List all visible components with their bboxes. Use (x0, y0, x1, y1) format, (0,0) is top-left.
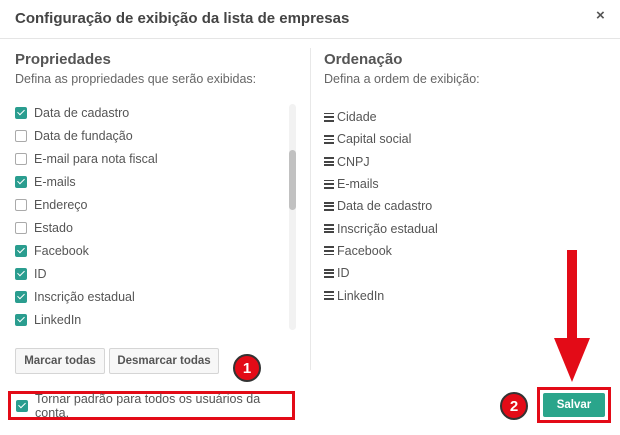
property-item[interactable]: Data de fundação (15, 124, 285, 147)
drag-handle-icon[interactable] (324, 157, 334, 167)
property-item[interactable]: Inscrição estadual (15, 285, 285, 308)
drag-handle-icon[interactable] (324, 291, 334, 300)
header-divider (0, 38, 620, 39)
ordering-subtitle: Defina a ordem de exibição: (324, 72, 480, 86)
property-item[interactable]: LinkedIn (15, 308, 285, 331)
drag-handle-icon[interactable] (324, 179, 334, 189)
property-label: Inscrição estadual (34, 289, 135, 304)
column-divider (310, 48, 311, 370)
drag-handle-icon[interactable] (324, 112, 334, 122)
checkbox-icon[interactable] (15, 198, 27, 211)
order-label: E-mails (337, 177, 379, 192)
drag-handle-icon[interactable] (324, 224, 334, 234)
property-label: Endereço (34, 197, 88, 212)
checkbox-icon[interactable] (15, 267, 27, 280)
order-label: Data de cadastro (337, 199, 433, 214)
save-button[interactable]: Salvar (543, 393, 605, 417)
property-label: E-mails (34, 174, 76, 189)
checkbox-icon[interactable] (15, 152, 27, 165)
order-item[interactable]: Facebook (324, 240, 438, 262)
properties-scrollbar[interactable] (289, 104, 296, 330)
drag-handle-icon[interactable] (324, 201, 334, 211)
select-all-button[interactable]: Marcar todas (15, 348, 105, 374)
property-label: ID (34, 266, 47, 281)
order-item[interactable]: E-mails (324, 173, 438, 195)
close-icon[interactable]: × (596, 7, 605, 24)
property-label: LinkedIn (34, 312, 82, 327)
checkbox-icon[interactable] (15, 244, 27, 257)
checkbox-icon[interactable] (15, 290, 27, 303)
order-item[interactable]: CNPJ (324, 151, 438, 173)
checkbox-icon[interactable] (15, 313, 27, 326)
order-label: Cidade (337, 110, 377, 125)
checkbox-icon[interactable] (15, 221, 27, 234)
default-for-all-users-checkbox[interactable]: Tornar padrão para todos os usuários da … (8, 391, 295, 420)
property-label: Facebook (34, 243, 89, 258)
order-label: Capital social (337, 132, 412, 147)
property-item[interactable]: ID (15, 262, 285, 285)
order-item[interactable]: LinkedIn (324, 284, 438, 306)
order-label: ID (337, 266, 350, 281)
checkbox-icon[interactable] (16, 399, 28, 412)
property-item[interactable]: Estado (15, 216, 285, 239)
save-highlight: Salvar (537, 387, 611, 423)
dialog-title: Configuração de exibição da lista de emp… (15, 10, 350, 27)
property-label: E-mail para nota fiscal (34, 151, 158, 166)
property-item[interactable]: E-mails (15, 170, 285, 193)
drag-handle-icon[interactable] (324, 268, 334, 278)
properties-list: Data de cadastro Data de fundação E-mail… (15, 101, 285, 331)
checkbox-icon[interactable] (15, 106, 27, 119)
order-item[interactable]: Data de cadastro (324, 195, 438, 217)
property-item[interactable]: E-mail para nota fiscal (15, 147, 285, 170)
annotation-arrow-icon (554, 250, 590, 382)
order-item[interactable]: Cidade (324, 106, 438, 128)
order-label: LinkedIn (337, 288, 385, 303)
deselect-all-button[interactable]: Desmarcar todas (109, 348, 219, 374)
properties-subtitle: Defina as propriedades que serão exibida… (15, 72, 257, 86)
order-item[interactable]: Capital social (324, 128, 438, 150)
order-item[interactable]: Inscrição estadual (324, 217, 438, 239)
annotation-badge-2: 2 (500, 392, 528, 420)
checkbox-icon[interactable] (15, 175, 27, 188)
property-label: Data de cadastro (34, 105, 130, 120)
ordering-list: Cidade Capital social CNPJ E-mails Data … (324, 106, 438, 307)
annotation-badge-1: 1 (233, 354, 261, 382)
order-label: Facebook (337, 243, 392, 258)
order-label: CNPJ (337, 154, 370, 169)
default-label: Tornar padrão para todos os usuários da … (35, 391, 261, 420)
drag-handle-icon[interactable] (324, 134, 334, 144)
order-label: Inscrição estadual (337, 221, 438, 236)
property-label: Estado (34, 220, 73, 235)
property-item[interactable]: Data de cadastro (15, 101, 285, 124)
order-item[interactable]: ID (324, 262, 438, 284)
property-item[interactable]: Facebook (15, 239, 285, 262)
drag-handle-icon[interactable] (324, 246, 334, 256)
checkbox-icon[interactable] (15, 129, 27, 142)
property-item[interactable]: Endereço (15, 193, 285, 216)
property-label: Data de fundação (34, 128, 133, 143)
properties-heading: Propriedades (15, 51, 111, 68)
ordering-heading: Ordenação (324, 51, 403, 68)
scrollbar-thumb[interactable] (289, 150, 296, 210)
